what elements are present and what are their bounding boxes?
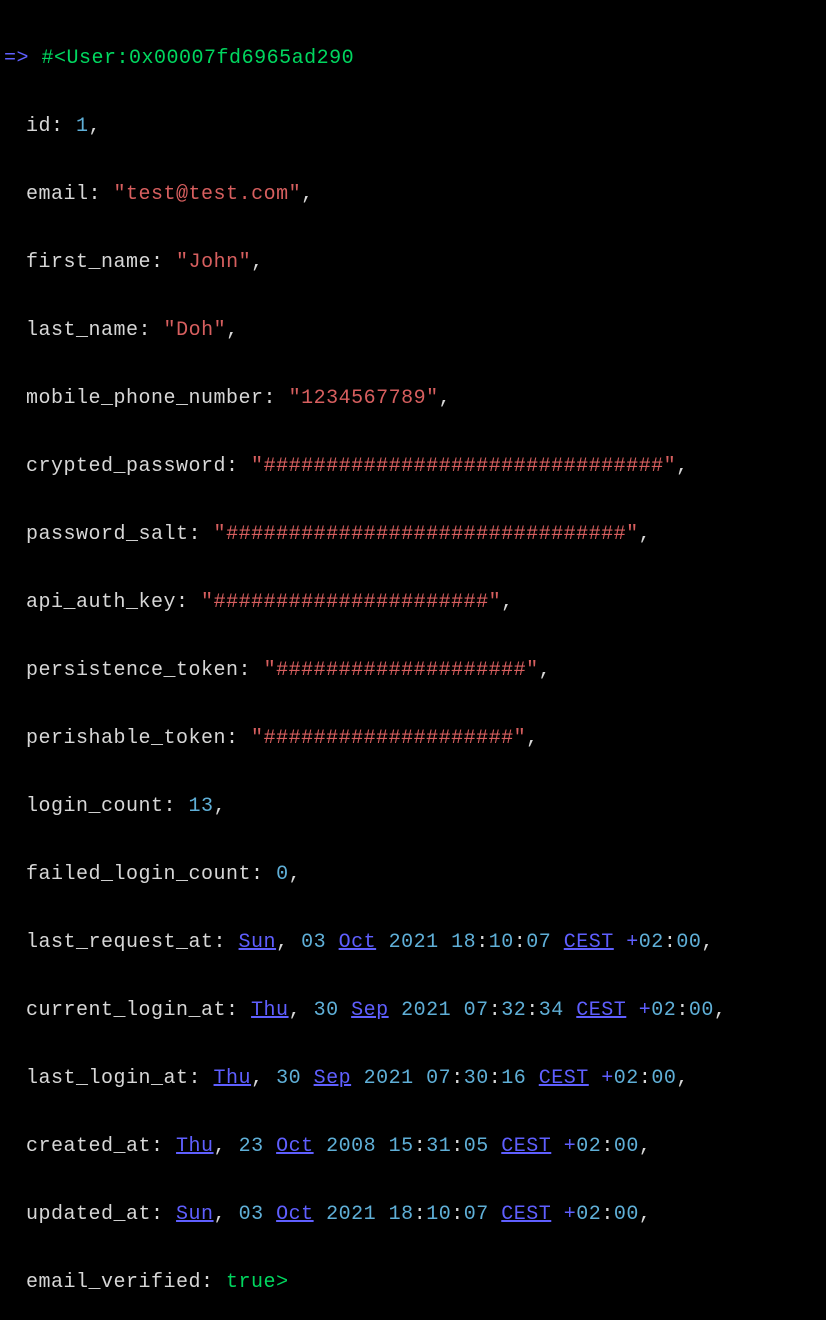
field-current-login-at: current_login_at: Thu, 30 Sep 2021 07:32… (4, 994, 822, 1028)
field-email: email: "test@test.com", (4, 178, 822, 212)
prompt-arrow: => (4, 47, 29, 70)
terminal-output: => #<User:0x00007fd6965ad290 id: 1, emai… (4, 8, 822, 1320)
field-password-salt: password_salt: "########################… (4, 518, 822, 552)
field-last-login-at: last_login_at: Thu, 30 Sep 2021 07:30:16… (4, 1062, 822, 1096)
header-line: => #<User:0x00007fd6965ad290 (4, 42, 822, 76)
field-failed-login-count: failed_login_count: 0, (4, 858, 822, 892)
field-first-name: first_name: "John", (4, 246, 822, 280)
field-persistence-token: persistence_token: "####################… (4, 654, 822, 688)
field-perishable-token: perishable_token: "####################"… (4, 722, 822, 756)
field-api-auth-key: api_auth_key: "######################", (4, 586, 822, 620)
object-header: #<User:0x00007fd6965ad290 (42, 47, 355, 70)
field-created-at: created_at: Thu, 23 Oct 2008 15:31:05 CE… (4, 1130, 822, 1164)
field-email-verified: email_verified: true> (4, 1266, 822, 1300)
field-crypted-password: crypted_password: "#####################… (4, 450, 822, 484)
field-last-request-at: last_request_at: Sun, 03 Oct 2021 18:10:… (4, 926, 822, 960)
field-updated-at: updated_at: Sun, 03 Oct 2021 18:10:07 CE… (4, 1198, 822, 1232)
field-mobile-phone: mobile_phone_number: "1234567789", (4, 382, 822, 416)
field-login-count: login_count: 13, (4, 790, 822, 824)
field-id: id: 1, (4, 110, 822, 144)
field-last-name: last_name: "Doh", (4, 314, 822, 348)
